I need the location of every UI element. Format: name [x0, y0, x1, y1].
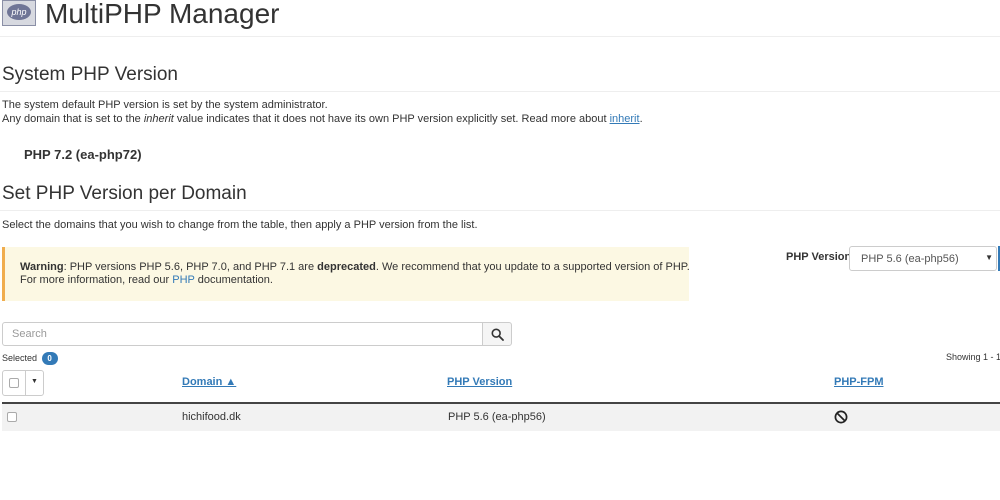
php-version-label: PHP Version	[786, 251, 852, 263]
column-header-domain[interactable]: Domain ▲	[182, 376, 236, 388]
warning-line2: For more information, read our PHP docum…	[20, 274, 273, 286]
domain-cell: hichifood.dk	[182, 411, 241, 423]
per-domain-instructions: Select the domains that you wish to chan…	[2, 219, 478, 231]
per-domain-heading: Set PHP Version per Domain	[2, 183, 247, 204]
system-php-version-value: PHP 7.2 (ea-php72)	[24, 147, 142, 162]
php-app-icon: php	[2, 0, 36, 26]
selected-count-badge: 0	[41, 352, 58, 365]
system-php-heading: System PHP Version	[2, 64, 179, 85]
inherit-link[interactable]: inherit	[610, 113, 640, 125]
warning-text: For more information, read our	[20, 274, 173, 286]
table-row[interactable]: hichifood.dk PHP 5.6 (ea-php56)	[2, 404, 1000, 431]
warning-deprecated-term: deprecated	[317, 261, 376, 273]
php-logo-text: php	[7, 4, 31, 20]
page-header: php MultiPHP Manager	[0, 0, 1000, 37]
bulk-select-control[interactable]: ▼	[2, 370, 44, 396]
bulk-select-divider	[25, 371, 26, 395]
deprecation-warning: Warning: PHP versions PHP 5.6, PHP 7.0, …	[2, 247, 690, 301]
description-text: Any domain that is set to the	[2, 113, 144, 125]
row-checkbox[interactable]	[7, 412, 17, 422]
column-header-php-version[interactable]: PHP Version	[447, 376, 512, 388]
pagination-info: Showing 1 - 1	[946, 352, 1000, 362]
search-input[interactable]	[2, 322, 483, 346]
warning-text: . We recommend that you update to a supp…	[375, 261, 690, 273]
description-text: .	[639, 113, 643, 125]
inherit-term: inherit	[143, 113, 174, 125]
php-version-select[interactable]: PHP 5.6 (ea-php56) ▼	[849, 246, 997, 271]
warning-text: : PHP versions PHP 5.6, PHP 7.0, and PHP…	[63, 261, 318, 273]
description-text: value indicates that it does not have it…	[173, 113, 610, 125]
warning-text: documentation.	[194, 274, 273, 286]
search-icon	[491, 328, 504, 341]
chevron-down-icon: ▼	[985, 253, 993, 262]
select-all-checkbox[interactable]	[9, 378, 19, 388]
section-divider	[0, 210, 1000, 211]
page: php MultiPHP Manager System PHP Version …	[0, 0, 1000, 500]
selected-count: Selected 0	[2, 352, 58, 365]
prohibited-icon	[834, 410, 848, 424]
system-description-line1: The system default PHP version is set by…	[2, 99, 328, 111]
warning-label: Warning	[20, 261, 64, 273]
column-header-php-fpm[interactable]: PHP-FPM	[834, 376, 884, 388]
php-version-cell: PHP 5.6 (ea-php56)	[448, 411, 546, 423]
section-divider	[0, 91, 1000, 92]
selected-label: Selected	[2, 353, 38, 363]
warning-line1: Warning: PHP versions PHP 5.6, PHP 7.0, …	[20, 261, 690, 273]
chevron-down-icon[interactable]: ▼	[31, 378, 38, 385]
page-title: MultiPHP Manager	[45, 0, 280, 29]
php-docs-link[interactable]: PHP	[172, 274, 194, 286]
search-button[interactable]	[482, 322, 512, 346]
system-description-line2: Any domain that is set to the inherit va…	[2, 112, 643, 126]
php-version-selected-value: PHP 5.6 (ea-php56)	[861, 253, 959, 265]
